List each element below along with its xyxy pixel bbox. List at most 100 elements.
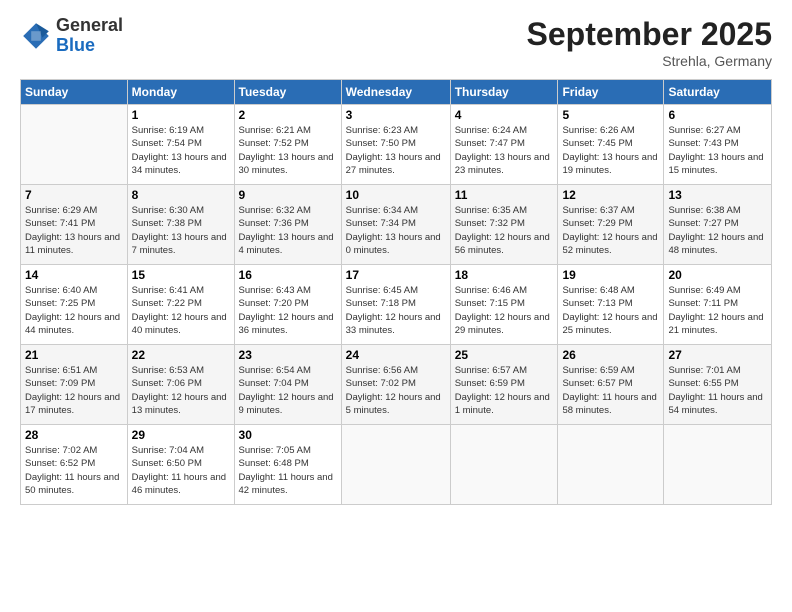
day-header-saturday: Saturday [664, 80, 772, 105]
cell-info: Sunrise: 6:57 AMSunset: 6:59 PMDaylight:… [455, 364, 554, 417]
calendar-cell: 4 Sunrise: 6:24 AMSunset: 7:47 PMDaylight… [450, 105, 558, 185]
cell-date: 9 [239, 188, 337, 202]
cell-info: Sunrise: 6:48 AMSunset: 7:13 PMDaylight:… [562, 284, 659, 337]
day-header-sunday: Sunday [21, 80, 128, 105]
calendar-cell: 7 Sunrise: 6:29 AMSunset: 7:41 PMDaylight… [21, 185, 128, 265]
day-header-wednesday: Wednesday [341, 80, 450, 105]
title-block: September 2025 Strehla, Germany [527, 16, 772, 69]
calendar-cell: 29 Sunrise: 7:04 AMSunset: 6:50 PMDayligh… [127, 425, 234, 505]
cell-date: 27 [668, 348, 767, 362]
calendar-cell: 11Sunrise: 6:35 AMSunset: 7:32 PMDayligh… [450, 185, 558, 265]
cell-date: 6 [668, 108, 767, 122]
cell-info: Sunrise: 7:04 AMSunset: 6:50 PMDaylight:… [132, 444, 230, 497]
cell-info: Sunrise: 6:29 AMSunset: 7:41 PMDaylight:… [25, 204, 123, 257]
calendar-header-row: SundayMondayTuesdayWednesdayThursdayFrid… [21, 80, 772, 105]
cell-date: 18 [455, 268, 554, 282]
cell-date: 4 [455, 108, 554, 122]
cell-info: Sunrise: 6:49 AMSunset: 7:11 PMDaylight:… [668, 284, 767, 337]
cell-info: Sunrise: 6:56 AMSunset: 7:02 PMDaylight:… [346, 364, 446, 417]
day-header-friday: Friday [558, 80, 664, 105]
calendar-cell: 26Sunrise: 6:59 AMSunset: 6:57 PMDayligh… [558, 345, 664, 425]
calendar-cell: 17 Sunrise: 6:45 AMSunset: 7:18 PMDayligh… [341, 265, 450, 345]
cell-info: Sunrise: 6:24 AMSunset: 7:47 PMDaylight:… [455, 124, 554, 177]
cell-date: 1 [132, 108, 230, 122]
logo-blue: Blue [56, 36, 123, 56]
calendar-cell: 10 Sunrise: 6:34 AMSunset: 7:34 PMDayligh… [341, 185, 450, 265]
cell-info: Sunrise: 6:30 AMSunset: 7:38 PMDaylight:… [132, 204, 230, 257]
cell-info: Sunrise: 6:43 AMSunset: 7:20 PMDaylight:… [239, 284, 337, 337]
cell-date: 5 [562, 108, 659, 122]
cell-info: Sunrise: 6:23 AMSunset: 7:50 PMDaylight:… [346, 124, 446, 177]
calendar-cell [21, 105, 128, 185]
calendar-cell [664, 425, 772, 505]
calendar-cell [341, 425, 450, 505]
calendar-cell: 21 Sunrise: 6:51 AMSunset: 7:09 PMDayligh… [21, 345, 128, 425]
cell-info: Sunrise: 6:38 AMSunset: 7:27 PMDaylight:… [668, 204, 767, 257]
cell-date: 10 [346, 188, 446, 202]
cell-date: 29 [132, 428, 230, 442]
page: General Blue September 2025 Strehla, Ger… [0, 0, 792, 612]
cell-info: Sunrise: 6:35 AMSunset: 7:32 PMDaylight:… [455, 204, 554, 257]
logo-general: General [56, 16, 123, 36]
calendar-cell: 8 Sunrise: 6:30 AMSunset: 7:38 PMDaylight… [127, 185, 234, 265]
calendar-cell: 30Sunrise: 7:05 AMSunset: 6:48 PMDayligh… [234, 425, 341, 505]
cell-date: 25 [455, 348, 554, 362]
cell-info: Sunrise: 6:40 AMSunset: 7:25 PMDaylight:… [25, 284, 123, 337]
week-row-1: 1 Sunrise: 6:19 AMSunset: 7:54 PMDaylight… [21, 105, 772, 185]
calendar-cell [450, 425, 558, 505]
week-row-3: 14 Sunrise: 6:40 AMSunset: 7:25 PMDayligh… [21, 265, 772, 345]
calendar-cell: 22 Sunrise: 6:53 AMSunset: 7:06 PMDayligh… [127, 345, 234, 425]
cell-info: Sunrise: 6:45 AMSunset: 7:18 PMDaylight:… [346, 284, 446, 337]
cell-info: Sunrise: 6:21 AMSunset: 7:52 PMDaylight:… [239, 124, 337, 177]
calendar-cell: 12Sunrise: 6:37 AMSunset: 7:29 PMDayligh… [558, 185, 664, 265]
calendar-cell: 24 Sunrise: 6:56 AMSunset: 7:02 PMDayligh… [341, 345, 450, 425]
cell-date: 22 [132, 348, 230, 362]
cell-date: 28 [25, 428, 123, 442]
calendar-cell: 27Sunrise: 7:01 AMSunset: 6:55 PMDayligh… [664, 345, 772, 425]
cell-date: 8 [132, 188, 230, 202]
week-row-4: 21 Sunrise: 6:51 AMSunset: 7:09 PMDayligh… [21, 345, 772, 425]
cell-info: Sunrise: 6:46 AMSunset: 7:15 PMDaylight:… [455, 284, 554, 337]
cell-date: 14 [25, 268, 123, 282]
cell-info: Sunrise: 6:26 AMSunset: 7:45 PMDaylight:… [562, 124, 659, 177]
day-header-tuesday: Tuesday [234, 80, 341, 105]
calendar-cell: 19 Sunrise: 6:48 AMSunset: 7:13 PMDayligh… [558, 265, 664, 345]
cell-date: 21 [25, 348, 123, 362]
logo-icon [20, 20, 52, 52]
cell-date: 19 [562, 268, 659, 282]
cell-info: Sunrise: 7:05 AMSunset: 6:48 PMDaylight:… [239, 444, 337, 497]
calendar-cell: 3 Sunrise: 6:23 AMSunset: 7:50 PMDaylight… [341, 105, 450, 185]
cell-info: Sunrise: 6:34 AMSunset: 7:34 PMDaylight:… [346, 204, 446, 257]
day-header-monday: Monday [127, 80, 234, 105]
cell-info: Sunrise: 6:19 AMSunset: 7:54 PMDaylight:… [132, 124, 230, 177]
calendar-cell: 20 Sunrise: 6:49 AMSunset: 7:11 PMDayligh… [664, 265, 772, 345]
header: General Blue September 2025 Strehla, Ger… [20, 16, 772, 69]
calendar-cell: 1 Sunrise: 6:19 AMSunset: 7:54 PMDaylight… [127, 105, 234, 185]
calendar-cell: 5 Sunrise: 6:26 AMSunset: 7:45 PMDaylight… [558, 105, 664, 185]
logo: General Blue [20, 16, 123, 56]
cell-info: Sunrise: 6:41 AMSunset: 7:22 PMDaylight:… [132, 284, 230, 337]
cell-info: Sunrise: 6:37 AMSunset: 7:29 PMDaylight:… [562, 204, 659, 257]
day-header-thursday: Thursday [450, 80, 558, 105]
cell-info: Sunrise: 6:32 AMSunset: 7:36 PMDaylight:… [239, 204, 337, 257]
week-row-2: 7 Sunrise: 6:29 AMSunset: 7:41 PMDaylight… [21, 185, 772, 265]
cell-info: Sunrise: 6:53 AMSunset: 7:06 PMDaylight:… [132, 364, 230, 417]
calendar-cell: 18 Sunrise: 6:46 AMSunset: 7:15 PMDayligh… [450, 265, 558, 345]
calendar-cell: 14 Sunrise: 6:40 AMSunset: 7:25 PMDayligh… [21, 265, 128, 345]
location-subtitle: Strehla, Germany [527, 53, 772, 69]
calendar-cell [558, 425, 664, 505]
cell-date: 26 [562, 348, 659, 362]
cell-date: 7 [25, 188, 123, 202]
cell-date: 3 [346, 108, 446, 122]
cell-info: Sunrise: 6:51 AMSunset: 7:09 PMDaylight:… [25, 364, 123, 417]
calendar-table: SundayMondayTuesdayWednesdayThursdayFrid… [20, 79, 772, 505]
calendar-cell: 16Sunrise: 6:43 AMSunset: 7:20 PMDayligh… [234, 265, 341, 345]
cell-info: Sunrise: 6:54 AMSunset: 7:04 PMDaylight:… [239, 364, 337, 417]
cell-date: 17 [346, 268, 446, 282]
cell-info: Sunrise: 7:02 AMSunset: 6:52 PMDaylight:… [25, 444, 123, 497]
cell-date: 2 [239, 108, 337, 122]
cell-date: 24 [346, 348, 446, 362]
cell-date: 20 [668, 268, 767, 282]
cell-date: 13 [668, 188, 767, 202]
calendar-cell: 15Sunrise: 6:41 AMSunset: 7:22 PMDayligh… [127, 265, 234, 345]
